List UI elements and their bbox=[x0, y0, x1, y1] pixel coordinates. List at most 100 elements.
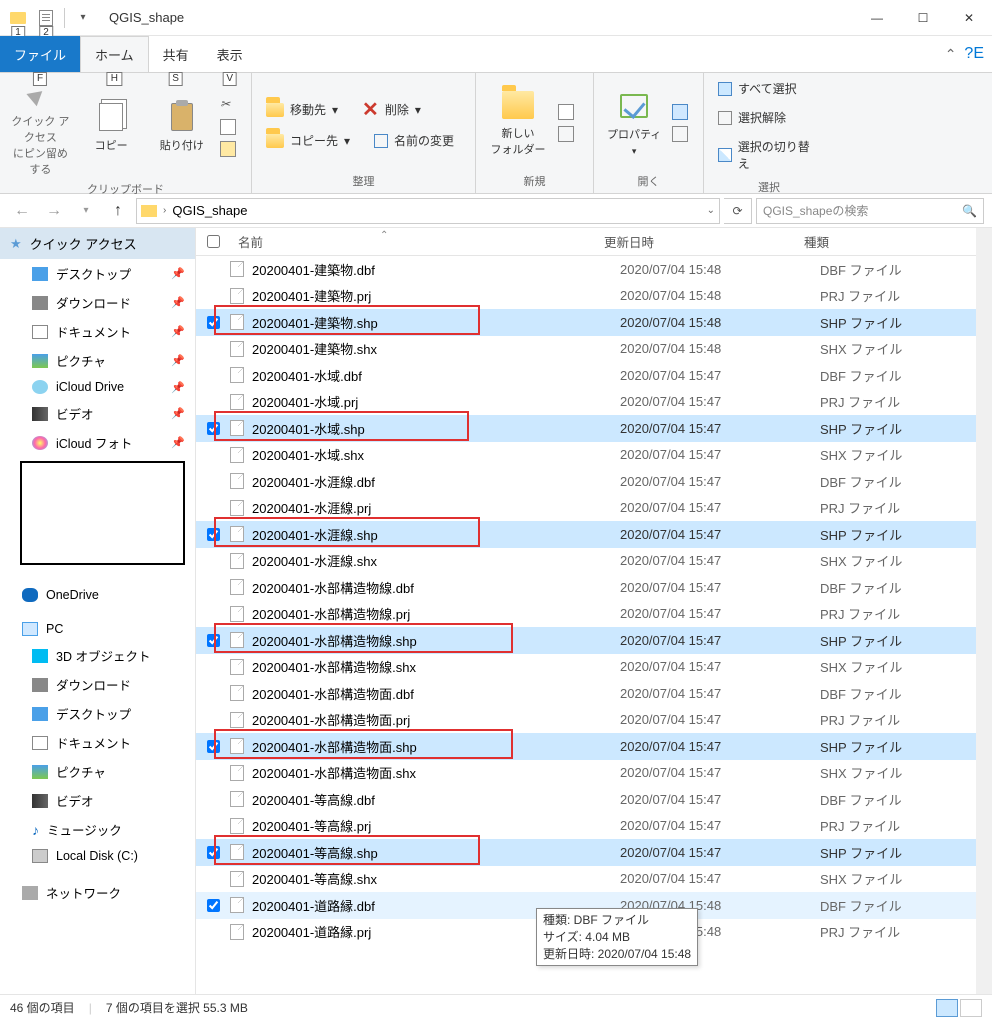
file-row[interactable]: 20200401-水域.shx 2020/07/04 15:47 SHX ファイ… bbox=[196, 442, 976, 469]
history-dropdown[interactable]: ▾ bbox=[72, 197, 100, 225]
copy-path-icon[interactable] bbox=[220, 119, 236, 135]
edit-icon[interactable] bbox=[672, 126, 688, 142]
qat-properties-icon[interactable]: 2 bbox=[32, 4, 60, 32]
sidebar-item[interactable]: ダウンロード bbox=[0, 670, 195, 699]
breadcrumb[interactable]: QGIS_shape bbox=[172, 203, 247, 218]
sidebar-item[interactable]: ドキュメント📌 bbox=[0, 317, 195, 346]
rename-button[interactable]: 名前の変更 bbox=[368, 129, 460, 152]
close-button[interactable]: ✕ bbox=[946, 0, 992, 36]
row-checkbox[interactable] bbox=[196, 899, 230, 912]
sidebar-item[interactable]: デスクトップ📌 bbox=[0, 259, 195, 288]
up-button[interactable]: ↑ bbox=[104, 197, 132, 225]
help-icon[interactable]: ?E bbox=[964, 45, 984, 63]
copy-to-button[interactable]: コピー先 ▾ bbox=[260, 129, 356, 152]
forward-button[interactable]: → bbox=[40, 197, 68, 225]
move-to-button[interactable]: 移動先 ▾ bbox=[260, 94, 344, 125]
tab-home[interactable]: ホームH bbox=[80, 36, 149, 72]
row-checkbox[interactable] bbox=[196, 740, 230, 753]
file-row[interactable]: 20200401-水域.shp 2020/07/04 15:47 SHP ファイ… bbox=[196, 415, 976, 442]
icons-view-button[interactable] bbox=[960, 999, 982, 1017]
sidebar-item-onedrive[interactable]: OneDrive bbox=[0, 583, 195, 607]
file-row[interactable]: 20200401-水部構造物面.prj 2020/07/04 15:47 PRJ… bbox=[196, 707, 976, 734]
search-input[interactable]: QGIS_shapeの検索🔍 bbox=[756, 198, 984, 224]
new-folder-button[interactable]: 新しい フォルダー bbox=[484, 89, 552, 157]
file-row[interactable]: 20200401-水涯線.shx 2020/07/04 15:47 SHX ファ… bbox=[196, 548, 976, 575]
address-bar[interactable]: › QGIS_shape ⌄ bbox=[136, 198, 720, 224]
file-row[interactable]: 20200401-建築物.dbf 2020/07/04 15:48 DBF ファ… bbox=[196, 256, 976, 283]
file-row[interactable]: 20200401-水部構造物面.dbf 2020/07/04 15:47 DBF… bbox=[196, 680, 976, 707]
quick-access-header[interactable]: ★クイック アクセス bbox=[0, 228, 195, 259]
tab-file[interactable]: ファイルF bbox=[0, 36, 80, 72]
navigation-pane[interactable]: ★クイック アクセス デスクトップ📌ダウンロード📌ドキュメント📌ピクチャ📌iCl… bbox=[0, 228, 196, 994]
new-item-icon[interactable] bbox=[558, 104, 574, 120]
collapse-ribbon-icon[interactable]: ⌃ bbox=[945, 46, 957, 63]
row-checkbox[interactable] bbox=[196, 422, 230, 435]
paste-shortcut-icon[interactable] bbox=[220, 141, 236, 157]
delete-button[interactable]: ✕削除 ▾ bbox=[356, 94, 427, 125]
cut-icon[interactable]: ✂ bbox=[220, 97, 236, 113]
sidebar-item[interactable]: 3D オブジェクト bbox=[0, 641, 195, 670]
open-icon[interactable] bbox=[672, 104, 688, 120]
file-row[interactable]: 20200401-水涯線.shp 2020/07/04 15:47 SHP ファ… bbox=[196, 521, 976, 548]
sidebar-item[interactable]: ♪ミュージック bbox=[0, 815, 195, 844]
file-row[interactable]: 20200401-水涯線.dbf 2020/07/04 15:47 DBF ファ… bbox=[196, 468, 976, 495]
pin-to-quick-access-button[interactable]: クイック アクセス にピン留めする bbox=[8, 77, 73, 177]
file-row[interactable]: 20200401-等高線.shx 2020/07/04 15:47 SHX ファ… bbox=[196, 866, 976, 893]
file-row[interactable]: 20200401-水涯線.prj 2020/07/04 15:47 PRJ ファ… bbox=[196, 495, 976, 522]
easy-access-icon[interactable] bbox=[558, 126, 574, 142]
vertical-scrollbar[interactable] bbox=[976, 228, 992, 994]
properties-button[interactable]: プロパティ▾ bbox=[602, 90, 666, 157]
row-checkbox[interactable] bbox=[196, 634, 230, 647]
file-row[interactable]: 20200401-建築物.prj 2020/07/04 15:48 PRJ ファ… bbox=[196, 283, 976, 310]
sidebar-item[interactable]: ビデオ bbox=[0, 786, 195, 815]
tab-view[interactable]: 表示V bbox=[203, 36, 257, 72]
paste-button[interactable]: 貼り付け bbox=[149, 101, 214, 153]
sidebar-item[interactable]: デスクトップ bbox=[0, 699, 195, 728]
tab-share[interactable]: 共有S bbox=[149, 36, 203, 72]
file-row[interactable]: 20200401-等高線.dbf 2020/07/04 15:47 DBF ファ… bbox=[196, 786, 976, 813]
file-row[interactable]: 20200401-等高線.prj 2020/07/04 15:47 PRJ ファ… bbox=[196, 813, 976, 840]
back-button[interactable]: ← bbox=[8, 197, 36, 225]
copy-button[interactable]: コピー bbox=[79, 101, 144, 153]
chevron-down-icon[interactable]: ⌄ bbox=[707, 205, 715, 216]
file-row[interactable]: 20200401-水部構造物線.prj 2020/07/04 15:47 PRJ… bbox=[196, 601, 976, 628]
sidebar-item-network[interactable]: ネットワーク bbox=[0, 878, 195, 907]
file-row[interactable]: 20200401-水部構造物線.shx 2020/07/04 15:47 SHX… bbox=[196, 654, 976, 681]
refresh-button[interactable]: ⟳ bbox=[724, 198, 752, 224]
column-date[interactable]: 更新日時 bbox=[604, 232, 804, 251]
file-row[interactable]: 20200401-水域.prj 2020/07/04 15:47 PRJ ファイ… bbox=[196, 389, 976, 416]
sidebar-item[interactable]: ピクチャ📌 bbox=[0, 346, 195, 375]
file-row[interactable]: 20200401-等高線.shp 2020/07/04 15:47 SHP ファ… bbox=[196, 839, 976, 866]
file-row[interactable]: 20200401-水域.dbf 2020/07/04 15:47 DBF ファイ… bbox=[196, 362, 976, 389]
select-all-button[interactable]: すべて選択 bbox=[712, 77, 803, 100]
qat-dropdown-icon[interactable]: ▾ bbox=[69, 4, 97, 32]
sidebar-item[interactable]: ビデオ📌 bbox=[0, 399, 195, 428]
file-row[interactable]: 20200401-建築物.shp 2020/07/04 15:48 SHP ファ… bbox=[196, 309, 976, 336]
row-checkbox[interactable] bbox=[196, 316, 230, 329]
sidebar-item[interactable]: ドキュメント bbox=[0, 728, 195, 757]
maximize-button[interactable]: ☐ bbox=[900, 0, 946, 36]
sidebar-item[interactable]: ダウンロード📌 bbox=[0, 288, 195, 317]
sidebar-item-pc[interactable]: PC bbox=[0, 617, 195, 641]
sidebar-item[interactable]: ピクチャ bbox=[0, 757, 195, 786]
minimize-button[interactable]: ― bbox=[854, 0, 900, 36]
file-row[interactable]: 20200401-水部構造物面.shx 2020/07/04 15:47 SHX… bbox=[196, 760, 976, 787]
invert-selection-button[interactable]: 選択の切り替え bbox=[712, 135, 826, 175]
row-checkbox[interactable] bbox=[196, 528, 230, 541]
row-checkbox[interactable] bbox=[196, 846, 230, 859]
qat-folder-icon[interactable]: 1 bbox=[4, 4, 32, 32]
details-view-button[interactable] bbox=[936, 999, 958, 1017]
sidebar-item[interactable]: iCloud フォト📌 bbox=[0, 428, 195, 457]
select-none-button[interactable]: 選択解除 bbox=[712, 106, 792, 129]
file-row[interactable]: 20200401-水部構造物面.shp 2020/07/04 15:47 SHP… bbox=[196, 733, 976, 760]
chevron-right-icon[interactable]: › bbox=[163, 205, 166, 216]
file-row[interactable]: 20200401-建築物.shx 2020/07/04 15:48 SHX ファ… bbox=[196, 336, 976, 363]
select-all-checkbox[interactable] bbox=[196, 235, 230, 248]
sidebar-item[interactable]: Local Disk (C:) bbox=[0, 844, 195, 868]
file-row[interactable]: 20200401-水部構造物線.shp 2020/07/04 15:47 SHP… bbox=[196, 627, 976, 654]
file-list[interactable]: 20200401-建築物.dbf 2020/07/04 15:48 DBF ファ… bbox=[196, 256, 976, 994]
column-type[interactable]: 種類 bbox=[804, 232, 960, 251]
sidebar-item[interactable]: iCloud Drive📌 bbox=[0, 375, 195, 399]
file-row[interactable]: 20200401-水部構造物線.dbf 2020/07/04 15:47 DBF… bbox=[196, 574, 976, 601]
column-name[interactable]: 名前 bbox=[238, 236, 263, 250]
